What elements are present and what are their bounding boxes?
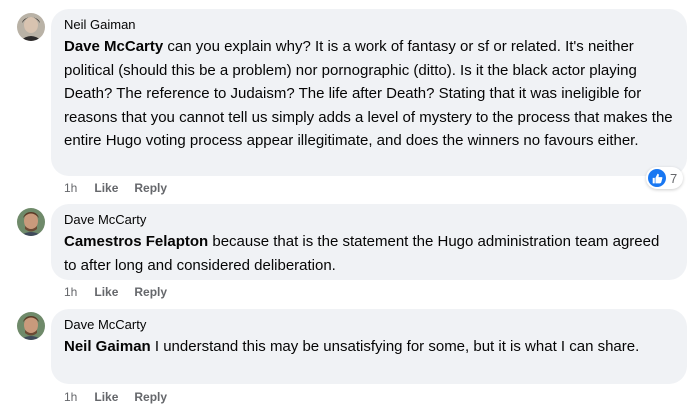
mention-link[interactable]: Neil Gaiman xyxy=(64,338,151,355)
timestamp[interactable]: 1h xyxy=(64,390,77,404)
reply-button[interactable]: Reply xyxy=(134,181,167,195)
avatar[interactable] xyxy=(17,208,45,236)
comment-author[interactable]: Dave McCarty xyxy=(64,317,675,333)
comment-text: Camestros Felapton because that is the s… xyxy=(64,230,675,277)
timestamp[interactable]: 1h xyxy=(64,285,77,299)
comment-author[interactable]: Dave McCarty xyxy=(64,212,675,228)
mention-link[interactable]: Camestros Felapton xyxy=(64,233,208,250)
comment-author[interactable]: Neil Gaiman xyxy=(64,17,675,33)
like-button[interactable]: Like xyxy=(94,390,118,404)
timestamp[interactable]: 1h xyxy=(64,181,77,195)
comment-text: Dave McCarty can you explain why? It is … xyxy=(64,35,675,153)
comment-bubble: Neil Gaiman Dave McCarty can you explain… xyxy=(51,9,687,176)
comment-text: Neil Gaiman I understand this may be uns… xyxy=(64,335,675,359)
reply-button[interactable]: Reply xyxy=(134,285,167,299)
avatar[interactable] xyxy=(17,312,45,340)
comment-bubble: Dave McCarty Neil Gaiman I understand th… xyxy=(51,309,687,384)
comment-actions: 1h Like Reply xyxy=(64,284,183,300)
comment-actions: 1h Like Reply xyxy=(64,180,183,196)
reaction-summary[interactable]: 7 xyxy=(646,167,684,189)
comment-actions: 1h Like Reply xyxy=(64,389,183,405)
comment-body: I understand this may be unsatisfying fo… xyxy=(150,338,640,355)
reply-button[interactable]: Reply xyxy=(134,390,167,404)
like-button[interactable]: Like xyxy=(94,285,118,299)
user-photo-icon xyxy=(17,208,45,236)
avatar[interactable] xyxy=(17,13,45,41)
thumbs-up-icon xyxy=(648,169,666,187)
user-photo-icon xyxy=(17,13,45,41)
user-photo-icon xyxy=(17,312,45,340)
comment-bubble: Dave McCarty Camestros Felapton because … xyxy=(51,204,687,280)
reaction-count: 7 xyxy=(670,170,678,186)
mention-link[interactable]: Dave McCarty xyxy=(64,38,163,55)
like-button[interactable]: Like xyxy=(94,181,118,195)
